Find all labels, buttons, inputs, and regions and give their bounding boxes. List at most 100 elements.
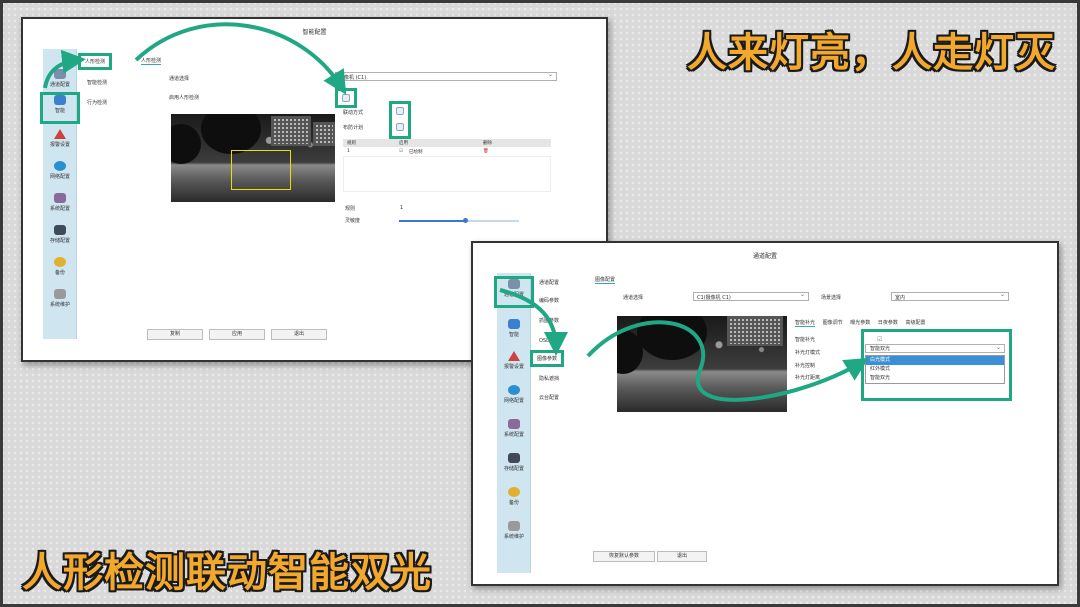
sidebar-item-label: 系统维护 bbox=[503, 534, 524, 540]
scene-select[interactable]: 室内 bbox=[891, 291, 1009, 301]
subnav-item-osd[interactable]: OSD配置 bbox=[539, 337, 560, 344]
sidebar-item-network[interactable]: 网络配置 bbox=[497, 385, 531, 404]
subnav-item-snapshot[interactable]: 抓图参数 bbox=[539, 317, 559, 324]
subnav-item-channel[interactable]: 通道配置 bbox=[539, 279, 559, 286]
storage-icon bbox=[508, 453, 520, 463]
rule-table-header: 规则 启用 删除 bbox=[343, 139, 551, 147]
sidebar: 通道配置 智能 报警设置 网络配置 系统配置 存储配置 备份 系统维护 bbox=[40, 49, 80, 339]
tree bbox=[171, 124, 201, 164]
dropdown-options: 白光模式 红外模式 智能双光 bbox=[865, 355, 1005, 384]
channel-label: 通道选择 bbox=[169, 76, 190, 82]
sidebar-item-storage[interactable]: 存储配置 bbox=[43, 225, 77, 244]
backup-icon bbox=[54, 257, 66, 267]
copy-button[interactable]: 复制 bbox=[147, 329, 203, 340]
maintenance-icon bbox=[508, 521, 520, 531]
sidebar-item-label: 通道配置 bbox=[49, 82, 70, 88]
subnav-item-human-detection[interactable]: 人形检测 bbox=[77, 53, 113, 70]
fill-mode-dropdown[interactable]: 智能双光 白光模式 红外模式 智能双光 bbox=[865, 343, 1005, 384]
sidebar-item-alarm[interactable]: 报警设置 bbox=[43, 129, 77, 148]
tab-exposure[interactable]: 曝光参数 bbox=[850, 319, 870, 326]
link-settings-icon[interactable] bbox=[396, 107, 404, 115]
breadcrumb[interactable]: 人形检测 bbox=[141, 57, 162, 65]
channel-config-window: 通道配置 通道配置 智能 报警设置 网络配置 系统配置 存储配置 备份 系统维护… bbox=[471, 241, 1059, 586]
enable-checkbox-icon[interactable] bbox=[342, 94, 350, 102]
sensitivity-fill bbox=[399, 220, 465, 222]
network-icon bbox=[54, 161, 66, 171]
subnav-item-ptz[interactable]: 云台配置 bbox=[539, 394, 559, 401]
sidebar-item-label: 网络配置 bbox=[49, 174, 70, 180]
headline-bottom: 人形检测联动智能双光 bbox=[22, 550, 432, 596]
sidebar-item-label: 系统配置 bbox=[503, 432, 524, 438]
dropdown-current-value[interactable]: 智能双光 bbox=[865, 343, 1005, 353]
fill-light-label: 智能补光 bbox=[795, 337, 816, 343]
settings-icon bbox=[508, 419, 520, 429]
fill-light-checkbox-icon[interactable]: ☑ bbox=[877, 336, 882, 343]
alarm-icon bbox=[508, 351, 520, 361]
sidebar-item-alarm[interactable]: 报警设置 bbox=[497, 351, 531, 370]
storage-icon bbox=[54, 225, 66, 235]
checkbox-icon[interactable]: ☑ bbox=[399, 149, 403, 154]
rule-table-body bbox=[343, 156, 551, 192]
video-preview bbox=[171, 114, 335, 202]
channel-select[interactable]: C1(摄像机 C1) bbox=[693, 291, 809, 301]
tab-advanced[interactable]: 高级配置 bbox=[905, 319, 925, 326]
table-header-delete: 删除 bbox=[483, 141, 492, 146]
video-preview bbox=[617, 316, 787, 412]
fill-control-label: 补光控制 bbox=[795, 363, 816, 369]
sidebar-item-backup[interactable]: 备份 bbox=[497, 487, 531, 506]
tab-day-night[interactable]: 日夜参数 bbox=[878, 319, 898, 326]
dropdown-option-smart[interactable]: 智能双光 bbox=[866, 374, 1004, 383]
alarm-icon bbox=[54, 129, 66, 139]
restore-defaults-button[interactable]: 恢复默认参数 bbox=[593, 551, 655, 562]
subnav-item-privacy[interactable]: 隐私遮挡 bbox=[539, 375, 559, 382]
sidebar-item-backup[interactable]: 备份 bbox=[43, 257, 77, 276]
sidebar-item-channel[interactable]: 通道配置 bbox=[494, 276, 534, 308]
sidebar-item-network[interactable]: 网络配置 bbox=[43, 161, 77, 180]
sidebar-item-label: 通道配置 bbox=[503, 292, 524, 298]
sidebar-item-channel[interactable]: 通道配置 bbox=[43, 69, 77, 88]
tab-image-adjust[interactable]: 图像调节 bbox=[823, 319, 843, 326]
exit-button[interactable]: 退出 bbox=[657, 551, 707, 562]
subnav-item-behavior-detection[interactable]: 行为检测 bbox=[87, 99, 107, 106]
sidebar-item-label: 系统配置 bbox=[49, 206, 70, 212]
sensitivity-thumb[interactable] bbox=[462, 218, 468, 223]
tree bbox=[637, 316, 707, 360]
schedule-settings-icon[interactable] bbox=[396, 123, 404, 131]
table-header-rule: 规则 bbox=[347, 141, 356, 146]
sidebar-item-label: 存储配置 bbox=[49, 238, 70, 244]
sidebar-item-maintenance[interactable]: 系统维护 bbox=[497, 521, 531, 540]
enable-label: 启用人形检测 bbox=[169, 95, 200, 101]
table-cell-rule: 1 bbox=[347, 149, 350, 154]
scene-label: 场景选择 bbox=[821, 295, 842, 301]
channel-select[interactable]: 摄像机 (C1) bbox=[335, 71, 557, 81]
subnav-item-smart-detection[interactable]: 智能检测 bbox=[87, 79, 107, 86]
sensitivity-slider[interactable] bbox=[399, 218, 519, 223]
table-cell-state: 已绘制 bbox=[409, 150, 423, 155]
building bbox=[271, 116, 311, 146]
sidebar-item-smart[interactable]: 智能 bbox=[497, 319, 531, 338]
subnav-item-image[interactable]: 图像参数 bbox=[529, 350, 565, 367]
apply-button[interactable]: 应用 bbox=[209, 329, 265, 340]
dropdown-option-white[interactable]: 白光模式 bbox=[866, 356, 1004, 365]
breadcrumb[interactable]: 图像配置 bbox=[595, 276, 616, 284]
sidebar-item-label: 存储配置 bbox=[503, 466, 524, 472]
sidebar-item-system[interactable]: 系统配置 bbox=[43, 193, 77, 212]
sidebar-item-storage[interactable]: 存储配置 bbox=[497, 453, 531, 472]
exit-button[interactable]: 退出 bbox=[271, 329, 327, 340]
sidebar-item-smart[interactable]: 智能 bbox=[40, 92, 80, 124]
sensitivity-label: 灵敏度 bbox=[345, 218, 361, 224]
sidebar-item-label: 网络配置 bbox=[503, 398, 524, 404]
dropdown-option-infrared[interactable]: 红外模式 bbox=[866, 365, 1004, 374]
subnav-item-encoding[interactable]: 编码参数 bbox=[539, 297, 559, 304]
channel-label: 通道选择 bbox=[623, 295, 644, 301]
maintenance-icon bbox=[54, 289, 66, 299]
sidebar-item-system[interactable]: 系统配置 bbox=[497, 419, 531, 438]
table-row: 1 ☑ 已绘制 🗑 bbox=[343, 148, 551, 156]
sidebar-item-maintenance[interactable]: 系统维护 bbox=[43, 289, 77, 308]
schedule-label: 布防计划 bbox=[343, 125, 364, 131]
table-header-enable: 启用 bbox=[399, 141, 408, 146]
smart-icon bbox=[54, 95, 66, 105]
tab-fill-light[interactable]: 智能补光 bbox=[795, 319, 816, 327]
delete-icon[interactable]: 🗑 bbox=[483, 149, 489, 154]
detection-zone[interactable] bbox=[231, 150, 291, 190]
